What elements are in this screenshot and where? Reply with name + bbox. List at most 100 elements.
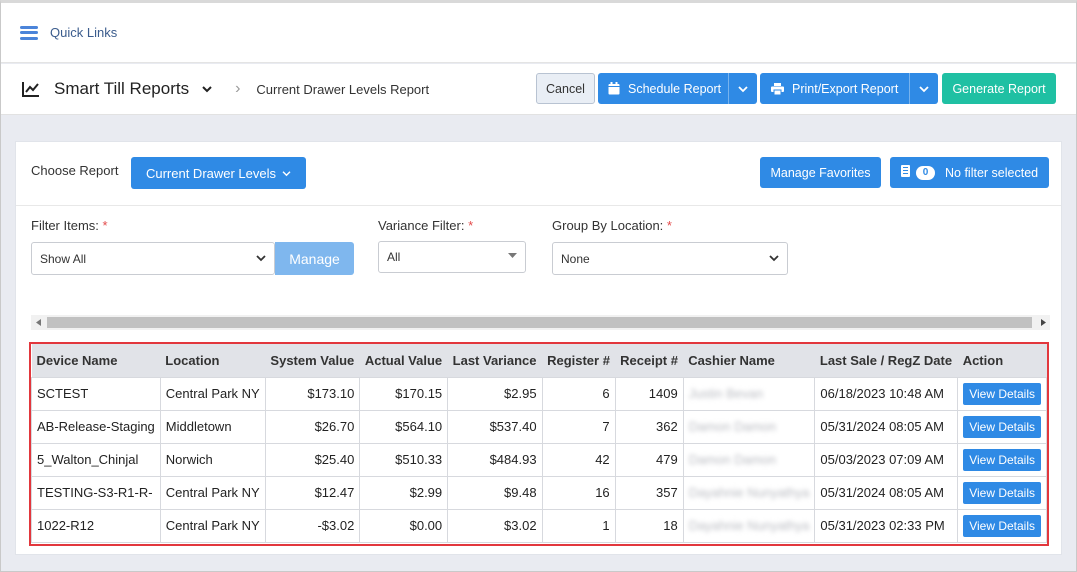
system-value-cell: $12.47 — [264, 475, 361, 510]
table-row: 1022-R12 Central Park NY -$3.02 $0.00 $3… — [31, 508, 1047, 543]
last-sale-date-cell: 05/31/2024 08:05 AM — [814, 475, 959, 510]
cashier-name-redacted: Dayahnie Nunyathya — [688, 518, 810, 533]
table-row: 5_Walton_Chinjal Norwich $25.40 $510.33 … — [31, 442, 1047, 477]
cashier-name-cell: Damon Damon — [682, 442, 816, 477]
location-cell: Central Park NY — [159, 376, 266, 411]
last-variance-cell: $3.02 — [447, 508, 543, 543]
table-row: SCTEST Central Park NY $173.10 $170.15 $… — [31, 376, 1047, 411]
horizontal-scrollbar[interactable] — [31, 315, 1050, 330]
device-name-cell: 5_Walton_Chinjal — [31, 442, 161, 477]
column-header[interactable]: Cashier Name — [683, 344, 815, 377]
column-header[interactable]: Register # — [542, 344, 616, 377]
schedule-report-button[interactable]: Schedule Report — [598, 73, 757, 104]
cashier-name-cell: Justin Bevan — [682, 376, 816, 411]
page-header: Smart Till Reports › Current Drawer Leve… — [1, 64, 1076, 115]
receipt-cell: 362 — [614, 409, 684, 444]
view-details-button[interactable]: View Details — [963, 382, 1041, 405]
cashier-name-cell: Dayahnie Nunyathya — [682, 508, 816, 543]
register-cell: 6 — [541, 376, 616, 411]
action-cell: View Details — [957, 376, 1047, 411]
manage-favorites-button[interactable]: Manage Favorites — [760, 157, 881, 188]
scroll-right-icon[interactable] — [1036, 315, 1050, 330]
last-variance-cell: $2.95 — [447, 376, 543, 411]
selected-report-label: Current Drawer Levels — [145, 165, 277, 181]
system-value-cell: $26.70 — [264, 409, 361, 444]
register-cell: 16 — [541, 475, 616, 510]
line-chart-icon — [22, 82, 39, 97]
page-title[interactable]: Smart Till Reports — [54, 79, 189, 99]
table-header-row: Device Name Location System Value Actual… — [31, 344, 1047, 377]
last-sale-date-cell: 05/03/2023 07:09 AM — [814, 442, 959, 477]
actual-value-cell: $0.00 — [359, 508, 449, 543]
chevron-down-icon[interactable] — [201, 83, 213, 95]
filter-items-select[interactable]: Show All — [31, 242, 275, 275]
caret-down-icon — [508, 253, 517, 258]
last-variance-cell: $537.40 — [447, 409, 543, 444]
variance-filter-value: All — [387, 250, 401, 264]
device-name-cell: TESTING-S3-R1-R- — [31, 475, 161, 510]
register-cell: 7 — [541, 409, 616, 444]
action-cell: View Details — [957, 508, 1047, 543]
view-details-button[interactable]: View Details — [963, 481, 1041, 504]
cashier-name-cell: Damon Damon — [682, 409, 816, 444]
view-details-button[interactable]: View Details — [963, 448, 1041, 471]
device-name-cell: 1022-R12 — [31, 508, 161, 543]
print-export-report-button[interactable]: Print/Export Report — [760, 73, 938, 104]
column-header[interactable]: Last Variance — [447, 344, 543, 377]
printer-icon — [771, 82, 784, 95]
system-value-cell: -$3.02 — [264, 508, 361, 543]
column-header[interactable]: Location — [160, 344, 266, 377]
quick-links-label[interactable]: Quick Links — [50, 25, 117, 40]
schedule-report-label: Schedule Report — [628, 81, 722, 96]
generate-report-button[interactable]: Generate Report — [942, 73, 1056, 104]
actual-value-cell: $564.10 — [359, 409, 449, 444]
calendar-icon — [608, 82, 620, 95]
location-cell: Central Park NY — [159, 475, 266, 510]
report-selector-button[interactable]: Current Drawer Levels — [131, 157, 306, 189]
breadcrumb: Current Drawer Levels Report — [256, 81, 430, 97]
chevron-down-icon[interactable] — [909, 73, 938, 104]
column-header[interactable]: Actual Value — [359, 344, 448, 377]
system-value-cell: $25.40 — [264, 442, 361, 477]
column-header[interactable]: Last Sale / RegZ Date — [814, 344, 958, 377]
receipt-cell: 357 — [614, 475, 684, 510]
action-cell: View Details — [957, 475, 1047, 510]
cashier-name-redacted: Dayahnie Nunyathya — [688, 485, 810, 500]
chevron-down-icon — [282, 170, 291, 176]
manage-filter-button[interactable]: Manage — [275, 242, 354, 275]
action-cell: View Details — [957, 442, 1047, 477]
column-header[interactable]: Device Name — [31, 344, 161, 377]
filter-status-button[interactable]: 0 No filter selected — [890, 157, 1049, 188]
group-by-location-select[interactable]: None — [552, 242, 788, 275]
receipt-cell: 1409 — [614, 376, 684, 411]
actual-value-cell: $2.99 — [359, 475, 449, 510]
menu-icon[interactable] — [20, 25, 38, 40]
last-variance-cell: $484.93 — [447, 442, 543, 477]
filter-count-badge: 0 — [916, 165, 935, 180]
register-cell: 1 — [541, 508, 616, 543]
column-header[interactable]: Receipt # — [615, 344, 684, 377]
variance-filter-label: Variance Filter: * — [378, 218, 474, 233]
quick-links-bar[interactable]: Quick Links — [1, 3, 1076, 63]
scrollbar-thumb[interactable] — [47, 317, 1032, 328]
cancel-button[interactable]: Cancel — [536, 73, 595, 104]
table-row: AB-Release-Staging Middletown $26.70 $56… — [31, 409, 1047, 444]
last-sale-date-cell: 05/31/2023 02:33 PM — [814, 508, 959, 543]
column-header: Action — [957, 344, 1047, 377]
location-cell: Norwich — [159, 442, 266, 477]
print-export-label: Print/Export Report — [792, 81, 899, 96]
view-details-button[interactable]: View Details — [963, 514, 1041, 537]
group-by-location-label: Group By Location: * — [552, 218, 672, 233]
report-table: Device Name Location System Value Actual… — [31, 344, 1047, 543]
variance-filter-select[interactable]: All — [378, 241, 526, 273]
cashier-name-redacted: Damon Damon — [688, 419, 777, 434]
filter-list-icon — [901, 165, 910, 180]
column-header[interactable]: System Value — [265, 344, 360, 377]
cashier-name-redacted: Justin Bevan — [688, 386, 764, 401]
chevron-down-icon — [769, 255, 779, 262]
view-details-button[interactable]: View Details — [963, 415, 1041, 438]
chevron-down-icon[interactable] — [728, 73, 757, 104]
group-by-location-value: None — [561, 251, 590, 266]
scroll-left-icon[interactable] — [31, 315, 45, 330]
last-sale-date-cell: 06/18/2023 10:48 AM — [814, 376, 959, 411]
